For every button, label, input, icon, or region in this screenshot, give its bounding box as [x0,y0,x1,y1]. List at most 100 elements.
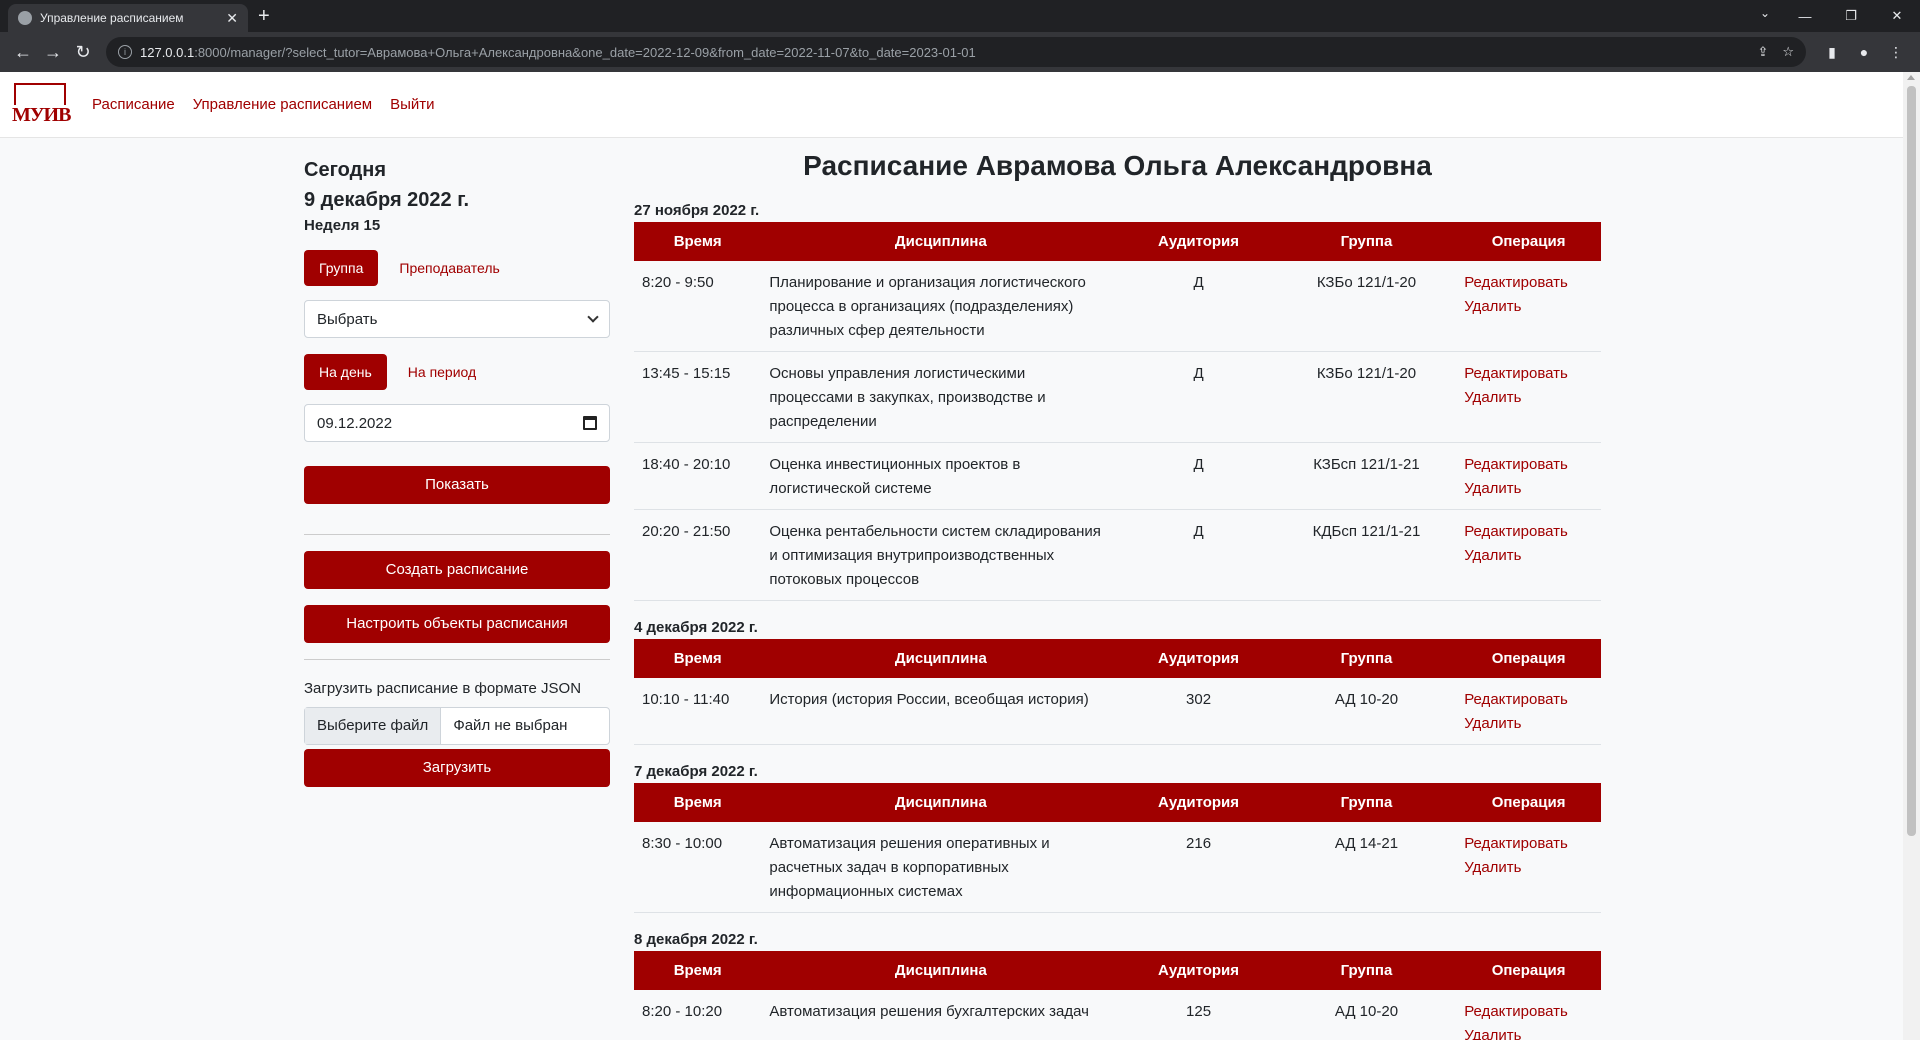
cell-operations: Редактировать Удалить [1456,351,1601,443]
logo-building-icon [14,82,66,105]
muiv-logo[interactable]: МУИВ [10,82,71,127]
sidebar: Сегодня 9 декабря 2022 г. Неделя 15 Груп… [304,155,610,787]
column-header: Дисциплина [894,962,987,979]
week-number: Неделя 15 [304,217,381,234]
table-header-row: Время Дисциплина Аудитория Группа Операция [634,639,1601,678]
column-header: Группа [1340,794,1393,811]
profile-icon[interactable]: ● [1848,44,1880,60]
edit-link[interactable]: Редактировать [1464,453,1593,477]
edit-link[interactable]: Редактировать [1464,688,1593,712]
cell-room: 125 [1120,990,1277,1040]
date-input[interactable]: 09.12.2022 [304,404,610,442]
configure-objects-button[interactable]: Настроить объекты расписания [304,605,610,643]
column-header: Операция [1491,962,1566,979]
entity-select[interactable]: Выбрать [304,300,610,338]
scrollbar-thumb[interactable] [1907,86,1916,836]
cell-group: КЗБо 121/1-20 [1276,261,1457,352]
divider [304,659,610,660]
tab-search-icon[interactable]: ⌄ [1760,6,1770,20]
logo-text: МУИВ [12,103,71,126]
file-status: Файл не выбран [453,717,568,734]
file-input[interactable]: Выберите файл Файл не выбран [304,707,610,745]
create-schedule-button[interactable]: Создать расписание [304,551,610,589]
reload-icon[interactable]: ↻ [68,42,98,63]
tab-tutor[interactable]: Преподаватель [378,260,520,276]
browser-tabbar: Управление расписанием ✕ + ⌄ — ❐ ✕ [0,0,1920,32]
chevron-down-icon [587,311,599,323]
cell-room: 216 [1120,822,1277,913]
cell-operations: Редактировать Удалить [1456,822,1601,913]
table-header-row: Время Дисциплина Аудитория Группа Операция [634,783,1601,822]
cell-room: 302 [1120,678,1277,745]
cell-time: 13:45 - 15:15 [634,351,762,443]
column-header: Время [673,794,722,811]
browser-tab[interactable]: Управление расписанием ✕ [8,4,248,32]
cell-room: Д [1120,261,1277,352]
new-tab-icon[interactable]: + [258,5,270,28]
delete-link[interactable]: Удалить [1464,477,1593,501]
tab-group[interactable]: Группа [304,250,379,286]
column-header: Группа [1340,650,1393,667]
tab-title: Управление расписанием [40,11,184,25]
forward-icon[interactable]: → [38,42,68,63]
edit-link[interactable]: Редактировать [1464,1000,1593,1024]
table-row: 20:20 - 21:50 Оценка рентабельности систе… [634,509,1601,601]
calendar-icon[interactable] [583,416,597,430]
cell-operations: Редактировать Удалить [1456,678,1601,745]
cell-time: 10:10 - 11:40 [634,678,762,745]
cell-group: АД 14-21 [1276,822,1457,913]
day-block: 27 ноября 2022 г. Время Дисциплина Аудитори… [634,200,1601,601]
scroll-up-icon[interactable] [1907,75,1915,80]
column-header: Группа [1340,233,1393,250]
url-path: :8000/manager/?select_tutor=Аврамова+Оль… [194,44,976,60]
cell-discipline: Оценка рентабельности систем складирован… [761,509,1121,601]
delete-link[interactable]: Удалить [1464,544,1593,568]
nav-link-schedule[interactable]: Расписание [92,96,175,113]
edit-link[interactable]: Редактировать [1464,271,1593,295]
cell-discipline: Основы управления логистическими процесс… [761,351,1121,443]
edit-link[interactable]: Редактировать [1464,520,1593,544]
select-value: Выбрать [317,310,378,328]
delete-link[interactable]: Удалить [1464,295,1593,319]
column-header: Время [673,962,722,979]
restore-icon[interactable]: ❐ [1828,0,1874,32]
schedule-table: Время Дисциплина Аудитория Группа Операция 8:… [634,222,1601,601]
choose-file-button[interactable]: Выберите файл [305,708,442,744]
column-header: Время [673,233,722,250]
scrollbar[interactable] [1903,72,1920,1040]
bookmark-star-icon[interactable]: ☆ [1782,44,1794,60]
cell-room: Д [1120,351,1277,443]
day-date: 7 декабря 2022 г. [634,763,758,780]
tab-one-day[interactable]: На день [304,354,387,390]
page-title: Расписание Аврамова Ольга Александровна [803,150,1432,181]
share-icon[interactable]: ⇪ [1757,44,1768,60]
minimize-icon[interactable]: — [1782,0,1828,32]
cell-discipline: Автоматизация решения бухгалтерских зада… [761,990,1121,1040]
upload-button[interactable]: Загрузить [304,749,610,787]
globe-icon [18,11,32,25]
table-header-row: Время Дисциплина Аудитория Группа Операция [634,951,1601,990]
nav-link-logout[interactable]: Выйти [390,96,434,113]
delete-link[interactable]: Удалить [1464,856,1593,880]
day-date: 27 ноября 2022 г. [634,202,760,219]
delete-link[interactable]: Удалить [1464,712,1593,736]
window-close-icon[interactable]: ✕ [1874,0,1920,32]
table-row: 8:30 - 10:00 Автоматизация решения операт… [634,822,1601,913]
back-icon[interactable]: ← [8,42,38,63]
edit-link[interactable]: Редактировать [1464,362,1593,386]
edit-link[interactable]: Редактировать [1464,832,1593,856]
cell-operations: Редактировать Удалить [1456,261,1601,352]
table-row: 8:20 - 10:20 Автоматизация решения бухгал… [634,990,1601,1040]
info-icon[interactable]: i [118,45,132,59]
table-header-row: Время Дисциплина Аудитория Группа Операция [634,222,1601,261]
delete-link[interactable]: Удалить [1464,1024,1593,1040]
delete-link[interactable]: Удалить [1464,386,1593,410]
close-icon[interactable]: ✕ [226,10,238,27]
nav-link-manage[interactable]: Управление расписанием [193,96,372,113]
column-header: Дисциплина [894,794,987,811]
menu-dots-icon[interactable]: ⋮ [1880,44,1912,61]
side-panel-icon[interactable]: ▮ [1816,44,1848,61]
url-input[interactable]: i 127.0.0.1 :8000/manager/?select_tutor=… [106,37,1806,67]
tab-period[interactable]: На период [387,364,497,380]
show-button[interactable]: Показать [304,466,610,504]
